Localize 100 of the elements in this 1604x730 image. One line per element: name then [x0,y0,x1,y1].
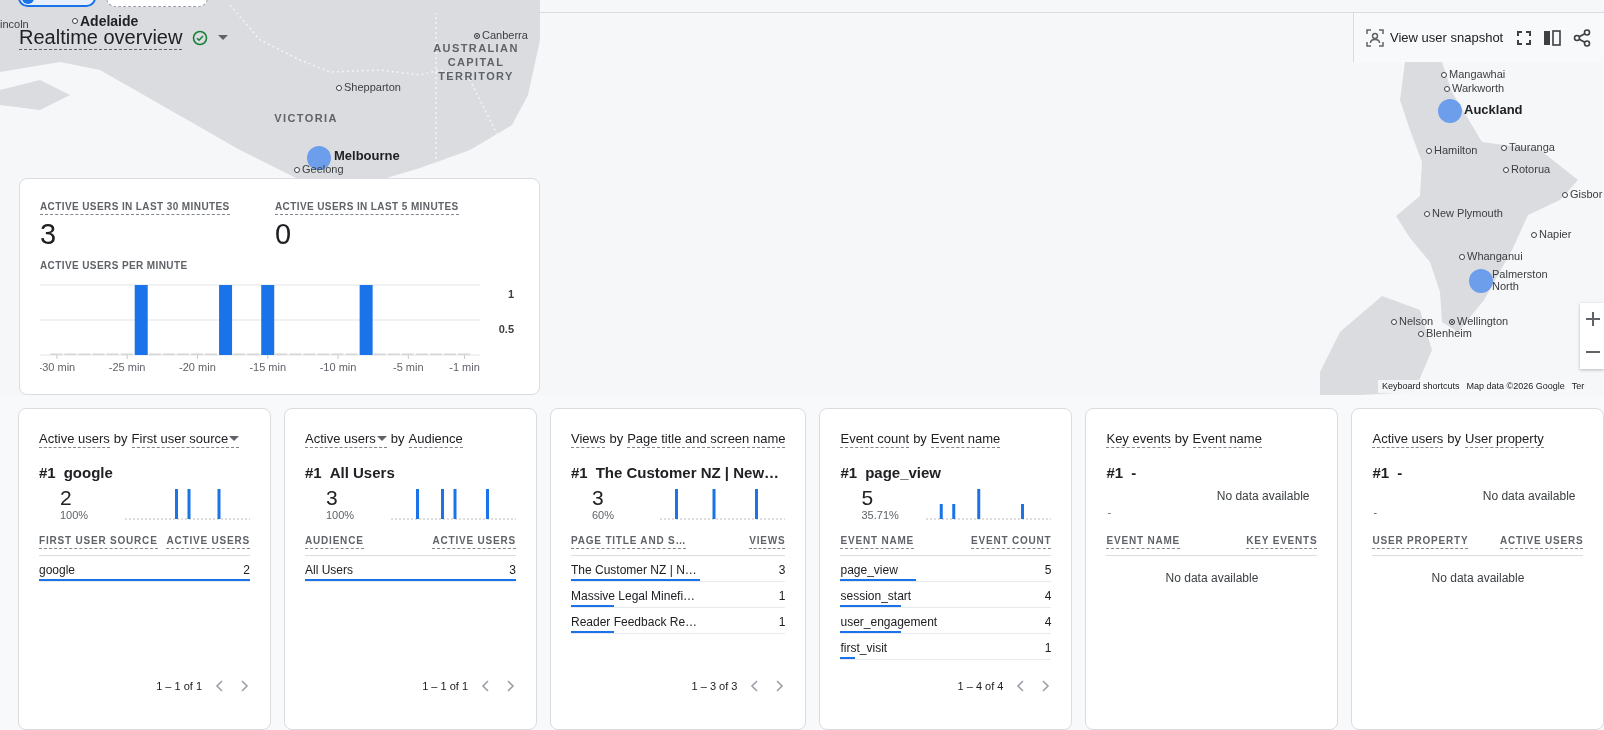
axis-label: -20 min [179,361,216,373]
top-item-name: The Customer NZ | New… [595,464,780,482]
title-text: by [390,430,405,447]
map-label: VICTORIA [273,111,339,125]
dimension-selector[interactable]: User property [1465,430,1544,448]
axis-label: -10 min [319,361,357,373]
pagination-range: 1 – 1 of 1 [422,679,468,693]
table-cell: session_start [840,588,912,604]
person-frame-icon [1366,28,1384,47]
table-cell: 1 [778,588,786,604]
metric-value: 3 [40,217,57,251]
no-data-message: No data available [1482,488,1576,504]
table-cell: 4 [1044,588,1052,604]
top-item-name: page_view [865,464,942,482]
no-data-message: No data available [1430,570,1526,586]
table-cell: All Users [305,562,353,578]
axis-label: -25 min [108,361,146,373]
metric-selector[interactable]: Active users [1372,430,1444,448]
column-header[interactable]: ACTIVE USERS [432,534,516,549]
table-cell: 5 [1044,562,1052,578]
column-header[interactable]: EVENT COUNT [971,534,1052,549]
table-cell: 1 [778,614,786,630]
metric-selector[interactable]: Views [571,430,606,448]
dimension-selector[interactable]: Event name [930,430,1001,448]
column-header[interactable]: FIRST USER SOURCE [39,534,158,549]
title-text: by [609,430,624,447]
rank-label: #1 [1372,464,1390,482]
metric-selector[interactable]: Active users [39,430,110,448]
table-cell: 1 [1044,640,1052,656]
table-cell: 4 [1044,614,1052,630]
top-item-value: - [1106,506,1112,518]
table-cell: Reader Feedback Re… [571,614,698,630]
column-header[interactable]: PAGE TITLE AND S… [571,534,687,549]
top-item-name: google [63,464,113,482]
metric-selector[interactable]: Event count [840,430,910,448]
metric-label: ACTIVE USERS IN LAST 5 MINUTES [275,200,459,215]
chart-title: ACTIVE USERS PER MINUTE [40,259,189,273]
axis-label: 1 [507,288,514,300]
rank-label: #1 [305,464,322,482]
metric-selector[interactable]: Active users [305,430,387,448]
map-link[interactable]: Ter [1571,381,1585,392]
table-cell: 2 [243,562,250,578]
column-header[interactable]: AUDIENCE [305,534,364,549]
caret-icon [376,435,387,442]
top-item-name: - [1131,464,1137,482]
column-header[interactable]: EVENT NAME [840,534,915,549]
map-label: Whanganui [1459,250,1523,263]
top-item-share: 35.71% [861,509,899,522]
top-item-value: 5 [861,486,875,509]
no-data-message: No data available [1216,488,1310,504]
rank-label: #1 [840,464,858,482]
column-header[interactable]: USER PROPERTY [1372,534,1469,549]
caret-icon[interactable] [218,34,229,41]
table-cell: Massive Legal Minefi… [571,588,696,604]
title-text: by [1174,430,1189,447]
top-item-name: - [1397,464,1403,482]
share-icon[interactable] [1573,28,1592,47]
column-header[interactable]: VIEWS [749,534,786,549]
next-page-button[interactable] [504,679,516,693]
map-link[interactable]: Keyboard shortcuts [1382,381,1460,392]
map-label: Geelong [294,163,344,176]
rank-label: #1 [1106,464,1124,482]
dimension-selector[interactable]: Event name [1192,430,1262,448]
next-page-button[interactable] [238,679,250,693]
map-attribution: Map data ©2026 Google [1466,381,1565,392]
top-item-value: - [1372,506,1378,518]
map-label: Auckland [1464,102,1523,117]
table-cell: 3 [778,562,786,578]
pagination-range: 1 – 4 of 4 [957,679,1004,693]
map-label: Nelson [1391,315,1434,328]
rank-label: #1 [571,464,588,482]
top-item-name: All Users [329,464,395,482]
map-label: Rotorua [1503,163,1551,176]
dimension-selector[interactable]: Audience [408,430,463,448]
dimension-selector[interactable]: Page title and screen name [627,430,786,448]
map-label: Shepparton [336,81,401,94]
table-cell: user_engagement [840,614,938,630]
column-header[interactable]: ACTIVE USERS [166,534,250,549]
top-item-value: 3 [592,486,605,509]
split-view-icon[interactable] [1543,29,1562,46]
map-label: New Plymouth [1424,207,1503,220]
dimension-selector[interactable]: First user source [131,430,240,448]
fullscreen-icon[interactable] [1517,30,1532,45]
previous-page-button[interactable] [214,679,226,693]
metric-label: ACTIVE USERS IN LAST 30 MINUTES [40,200,230,215]
map-label: Napier [1531,228,1572,241]
axis-label: 0.5 [498,323,514,335]
table-cell: google [39,562,76,578]
next-page-button[interactable] [773,679,786,693]
column-header[interactable]: ACTIVE USERS [1499,534,1584,549]
column-header[interactable]: KEY EVENTS [1246,534,1318,549]
metric-selector[interactable]: Key events [1106,430,1171,448]
previous-page-button[interactable] [480,679,492,693]
axis-label: -15 min [249,361,287,373]
top-item-share: 60% [592,509,615,522]
title-text: by [1447,430,1461,447]
next-page-button[interactable] [1039,679,1052,693]
column-header[interactable]: EVENT NAME [1106,534,1181,549]
map-label: Tauranga [1501,141,1555,154]
view-user-snapshot-button[interactable]: View user snapshot [1364,26,1506,49]
